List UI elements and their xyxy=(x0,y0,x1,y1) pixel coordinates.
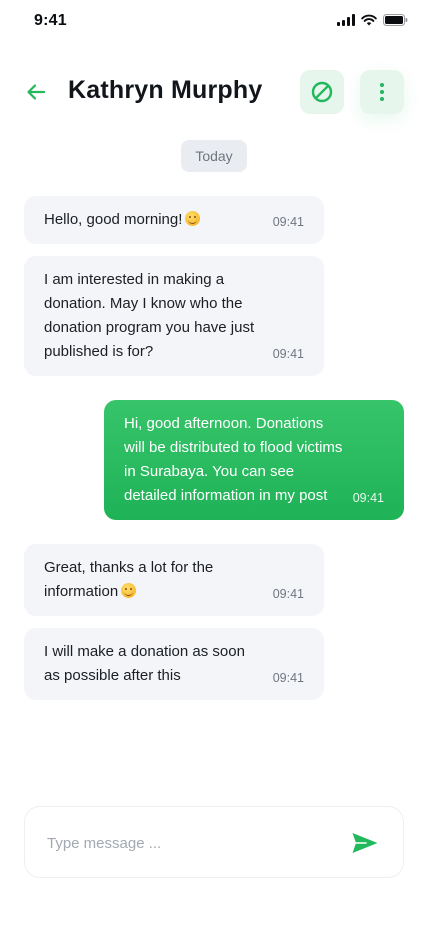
block-button[interactable] xyxy=(300,70,344,114)
status-bar: 9:41 xyxy=(0,0,428,44)
message-text: I am interested in making a donation. Ma… xyxy=(44,271,255,360)
smiling-face-emoji-icon xyxy=(185,211,201,226)
message-composer xyxy=(24,806,404,878)
outgoing-message: Hi, good afternoon. Donations will be di… xyxy=(104,400,404,520)
incoming-message: Hello, good morning! 09:41 xyxy=(24,196,324,244)
status-icons xyxy=(337,14,408,26)
message-time: 09:41 xyxy=(272,215,304,229)
status-time: 9:41 xyxy=(34,12,67,29)
message-text-content: Hello, good morning! xyxy=(44,211,183,228)
more-options-button[interactable] xyxy=(360,70,404,114)
message-time: 09:41 xyxy=(272,671,304,685)
more-vertical-icon xyxy=(380,83,384,101)
message-text: I will make a donation as soon as possib… xyxy=(44,643,245,684)
back-button[interactable] xyxy=(22,78,50,106)
message-time: 09:41 xyxy=(272,347,304,361)
cellular-signal-icon xyxy=(337,14,355,26)
message-input[interactable] xyxy=(47,829,327,857)
arrow-left-icon xyxy=(27,84,46,100)
message-text: Hello, good morning! xyxy=(44,208,264,232)
message-text: Hi, good afternoon. Donations will be di… xyxy=(124,415,343,504)
incoming-message: I am interested in making a donation. Ma… xyxy=(24,256,324,376)
send-icon xyxy=(352,833,378,853)
battery-icon xyxy=(383,14,408,26)
message-time: 09:41 xyxy=(272,587,304,601)
block-icon xyxy=(311,81,333,103)
send-button[interactable] xyxy=(349,827,381,859)
incoming-message: Great, thanks a lot for the information … xyxy=(24,544,324,616)
message-time: 09:41 xyxy=(352,491,384,505)
message-text: Great, thanks a lot for the information xyxy=(44,556,234,604)
chat-header: Kathryn Murphy xyxy=(0,64,428,120)
contact-name: Kathryn Murphy xyxy=(68,76,263,104)
grinning-face-emoji-icon xyxy=(121,583,137,598)
date-separator: Today xyxy=(181,140,247,172)
incoming-message: I will make a donation as soon as possib… xyxy=(24,628,324,700)
wifi-icon xyxy=(361,14,377,26)
